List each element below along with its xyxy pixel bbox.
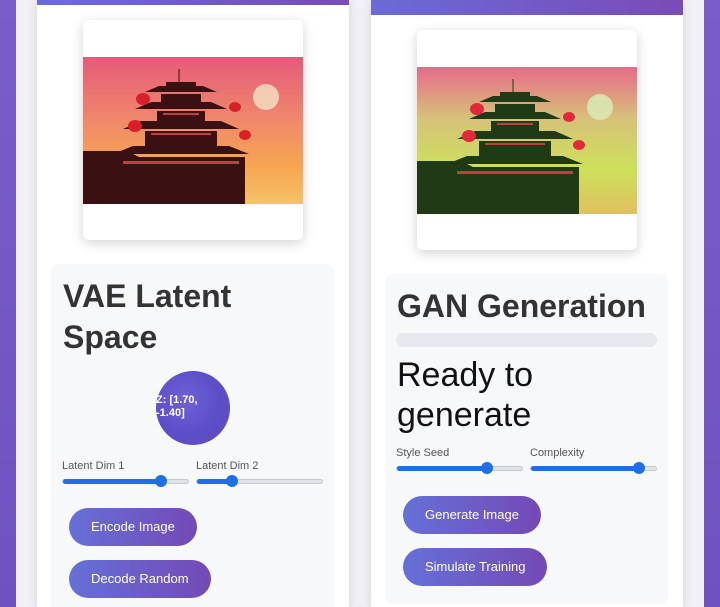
complexity-thumb[interactable] xyxy=(632,462,645,474)
vae-image-frame xyxy=(83,20,303,240)
latent-readout: Z: [1.70, -1.40] xyxy=(156,394,198,419)
style-seed-thumb[interactable] xyxy=(481,462,493,474)
style-seed-label: Style Seed xyxy=(396,447,450,459)
vae-title: VAE Latent Space xyxy=(63,278,232,355)
latent-dim-2-slider[interactable] xyxy=(196,475,323,487)
encode-image-button[interactable]: Encode Image xyxy=(69,508,197,546)
complexity-label: Complexity xyxy=(530,447,585,459)
latent-dim-1-label: Latent Dim 1 xyxy=(62,460,125,472)
latent-dim-2-label: Latent Dim 2 xyxy=(196,460,259,472)
complexity-slider[interactable] xyxy=(530,462,657,474)
latent-point-indicator: Z: [1.70, -1.40] xyxy=(156,371,230,445)
decode-random-button[interactable]: Decode Random xyxy=(69,560,211,598)
complexity-fill xyxy=(531,466,639,471)
pagoda-sunset-image xyxy=(83,57,303,204)
generate-image-button[interactable]: Generate Image xyxy=(403,496,541,534)
vae-control-panel: VAE Latent Space Z: [1.70, -1.40] Latent… xyxy=(51,264,334,607)
generation-progress-bar xyxy=(396,333,657,347)
gan-image-frame xyxy=(417,30,637,250)
latent-dim-2-thumb[interactable] xyxy=(226,475,238,487)
gan-title: GAN Generation xyxy=(397,288,646,324)
simulate-training-button[interactable]: Simulate Training xyxy=(403,548,548,586)
vae-card: VAE Latent Space Z: [1.70, -1.40] Latent… xyxy=(37,0,349,607)
style-seed-fill xyxy=(397,466,487,471)
latent-dim-1-fill xyxy=(63,479,161,484)
style-seed-slider[interactable] xyxy=(396,462,523,474)
generated-pagoda-image xyxy=(417,67,637,214)
latent-dim-1-slider[interactable] xyxy=(62,475,189,487)
generation-status: Ready to generate xyxy=(397,356,534,434)
gan-control-panel: GAN Generation Ready to generate Style S… xyxy=(385,274,668,604)
latent-dim-1-thumb[interactable] xyxy=(154,475,167,487)
gan-card: GAN Generation Ready to generate Style S… xyxy=(371,0,683,607)
gan-card-accent-bar xyxy=(371,0,683,15)
vae-card-accent-bar xyxy=(37,0,349,5)
